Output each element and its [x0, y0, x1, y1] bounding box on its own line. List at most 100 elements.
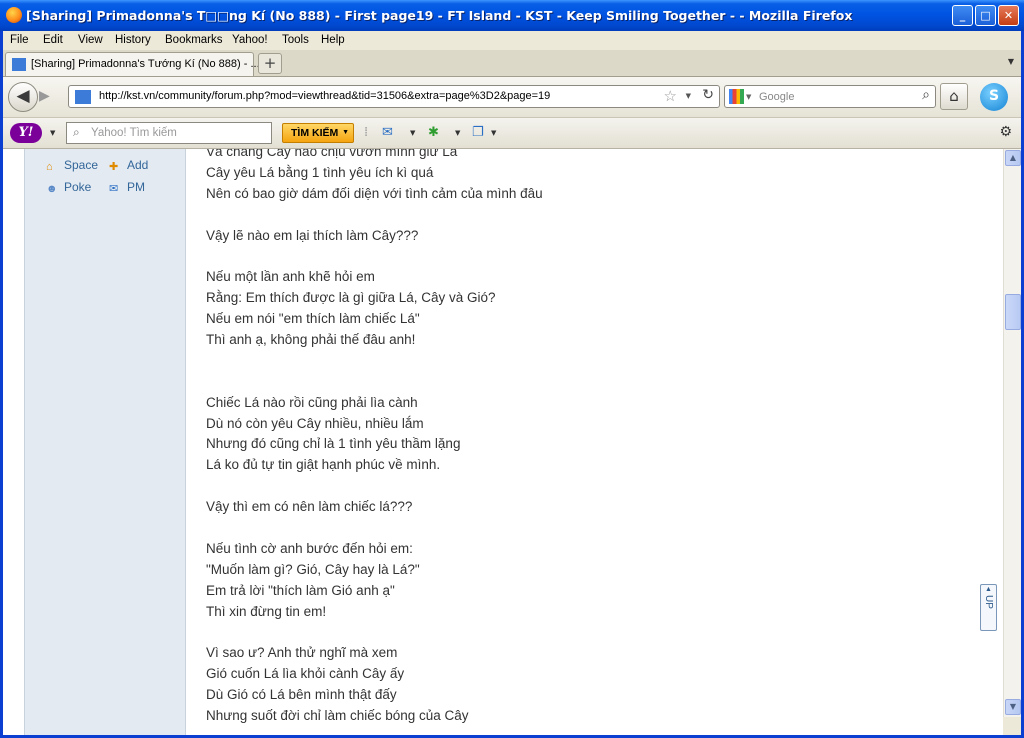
- post-line: Dù nó còn yêu Cây nhiều, nhiều lắm: [206, 415, 424, 431]
- bookmark-star-icon[interactable]: ☆: [664, 87, 677, 105]
- web-search-box[interactable]: ▼ Google ⌕: [724, 85, 936, 108]
- sidebar-item-space[interactable]: ⌂ Space: [46, 158, 98, 173]
- menu-file[interactable]: File: [10, 34, 29, 46]
- yahoo-logo-icon[interactable]: Y!: [10, 123, 42, 143]
- google-icon[interactable]: [729, 89, 744, 104]
- home-icon: ⌂: [949, 87, 959, 105]
- home-button[interactable]: ⌂: [940, 83, 968, 110]
- sidebar-item-poke[interactable]: ☻ Poke: [46, 180, 91, 195]
- forward-arrow-icon: ▶: [39, 88, 50, 104]
- menu-history[interactable]: History: [115, 34, 151, 46]
- reload-icon[interactable]: ↻: [702, 87, 714, 103]
- post-line: Em trả lời "thích làm Gió anh ạ": [206, 582, 395, 598]
- post-line: Rằng: Em thích được là gì giữa Lá, Cây v…: [206, 290, 496, 306]
- post-line: Nhưng suốt đời chỉ làm chiếc bóng của Câ…: [206, 708, 469, 724]
- menu-help[interactable]: Help: [321, 34, 345, 46]
- menu-view[interactable]: View: [78, 34, 103, 46]
- menu-edit[interactable]: Edit: [43, 34, 63, 46]
- yahoo-search-button-label: TÌM KIẾM: [291, 127, 339, 139]
- search-input[interactable]: Google: [759, 91, 794, 103]
- post-line: Nếu em nói "em thích làm chiếc Lá": [206, 311, 420, 327]
- post-line: Vì sao ư? Anh thử nghĩ mà xem: [206, 645, 398, 661]
- search-icon: ⌕: [73, 125, 80, 139]
- menu-tools[interactable]: Tools: [282, 34, 309, 46]
- skype-icon[interactable]: S: [980, 83, 1008, 111]
- menu-bar: File Edit View History Bookmarks Yahoo! …: [0, 31, 1024, 50]
- tab-list-chevron-icon[interactable]: ▼: [1008, 57, 1014, 66]
- mail-icon: ✉: [109, 183, 119, 195]
- post-body: Và chàng Cây nào chịu vươn mình giữ Lá Câ…: [206, 149, 543, 727]
- yahoo-search-box[interactable]: ⌕ Yahoo! Tìm kiếm: [66, 122, 272, 144]
- maximize-button[interactable]: □: [975, 5, 996, 26]
- post-line: Nếu một lần anh khẽ hỏi em: [206, 269, 375, 285]
- post-line: Và chàng Cây nào chịu vươn mình giữ Lá: [206, 149, 458, 159]
- menu-bookmarks[interactable]: Bookmarks: [165, 34, 223, 46]
- post-line: Lá ko đủ tự tin giật hạnh phúc về mình.: [206, 457, 441, 473]
- gear-icon[interactable]: ⚙: [999, 124, 1012, 140]
- toolbar-separator: ⁞: [364, 125, 369, 140]
- pages-icon[interactable]: ❐: [472, 125, 484, 140]
- search-engine-chevron-icon[interactable]: ▼: [746, 93, 751, 101]
- scroll-up-button[interactable]: ▲: [1005, 150, 1021, 166]
- tab-label: [Sharing] Primadonna's Tướng Kí (No 888)…: [31, 58, 260, 70]
- home-icon: ⌂: [46, 161, 53, 173]
- new-tab-button[interactable]: +: [258, 53, 282, 74]
- widget-icon[interactable]: ✱: [428, 125, 439, 140]
- tab-active[interactable]: [Sharing] Primadonna's Tướng Kí (No 888)…: [5, 52, 260, 76]
- search-icon[interactable]: ⌕: [922, 87, 930, 103]
- left-margin: [0, 149, 24, 735]
- window-title: [Sharing] Primadonna's T□□ng Kí (No 888)…: [26, 8, 853, 23]
- forward-button[interactable]: ▶: [39, 88, 50, 104]
- back-button[interactable]: ◀: [8, 82, 38, 112]
- yahoo-toolbar: Y! ▼ ⌕ Yahoo! Tìm kiếm TÌM KIẾM ▼ ⁞ ✉ ▼ ✱…: [0, 118, 1024, 149]
- url-input[interactable]: http://kst.vn/community/forum.php?mod=vi…: [99, 90, 550, 102]
- url-bar[interactable]: http://kst.vn/community/forum.php?mod=vi…: [68, 85, 720, 108]
- sidebar-item-label: Space: [64, 158, 99, 172]
- post-line: Thì xin đừng tin em!: [206, 603, 327, 619]
- minimize-button[interactable]: _: [952, 5, 973, 26]
- yahoo-search-button[interactable]: TÌM KIẾM ▼: [282, 123, 354, 143]
- post-line: Nhưng đó cũng chỉ là 1 tình yêu thầm lặn…: [206, 436, 461, 452]
- tab-strip: [Sharing] Primadonna's Tướng Kí (No 888)…: [0, 50, 1024, 77]
- user-sidebar: ⌂ Space ✚ Add ☻ Poke ✉ PM: [24, 149, 186, 735]
- sidebar-item-add[interactable]: ✚ Add: [109, 158, 148, 173]
- close-button[interactable]: ✕: [998, 5, 1019, 26]
- url-history-chevron-icon[interactable]: ▼: [686, 92, 691, 100]
- post-line: Cây yêu Lá bằng 1 tình yêu ích kì quá: [206, 164, 434, 180]
- browser-window: [Sharing] Primadonna's T□□ng Kí (No 888)…: [0, 0, 1024, 738]
- post-line: Vậy lẽ nào em lại thích làm Cây???: [206, 227, 419, 243]
- add-friend-icon: ✚: [109, 161, 119, 173]
- chevron-down-icon[interactable]: ▼: [455, 129, 460, 137]
- post-line: Vậy thì em có nên làm chiếc lá???: [206, 499, 413, 515]
- back-arrow-icon: ◀: [16, 86, 30, 106]
- sidebar-item-label: PM: [127, 180, 145, 194]
- site-favicon-icon: [12, 58, 26, 71]
- vertical-scrollbar[interactable]: ▲ ▼: [1003, 149, 1021, 717]
- post-line: Nếu tình cờ anh bước đến hỏi em:: [206, 540, 413, 556]
- chevron-down-icon[interactable]: ▼: [410, 129, 415, 137]
- mail-icon[interactable]: ✉: [382, 125, 393, 140]
- title-bar[interactable]: [Sharing] Primadonna's T□□ng Kí (No 888)…: [0, 0, 1024, 31]
- window-frame-left: [0, 31, 3, 738]
- menu-yahoo[interactable]: Yahoo!: [232, 34, 268, 46]
- yahoo-menu-chevron-icon[interactable]: ▼: [50, 129, 55, 137]
- site-favicon-icon: [75, 90, 91, 104]
- post-line: Chiếc Lá nào rồi cũng phải lìa cành: [206, 394, 418, 410]
- sidebar-item-label: Poke: [64, 180, 92, 194]
- scroll-down-button[interactable]: ▼: [1005, 699, 1021, 715]
- scroll-to-top-button[interactable]: ▲ UP: [980, 584, 997, 631]
- sidebar-item-pm[interactable]: ✉ PM: [109, 180, 145, 195]
- firefox-icon: [6, 7, 22, 23]
- yahoo-search-input[interactable]: Yahoo! Tìm kiếm: [91, 127, 177, 139]
- scrollbar-thumb[interactable]: [1005, 294, 1021, 330]
- chevron-down-icon[interactable]: ▼: [491, 129, 496, 137]
- sidebar-item-label: Add: [127, 158, 149, 172]
- post-line: Nên có bao giờ dám đối diện với tình cảm…: [206, 185, 543, 201]
